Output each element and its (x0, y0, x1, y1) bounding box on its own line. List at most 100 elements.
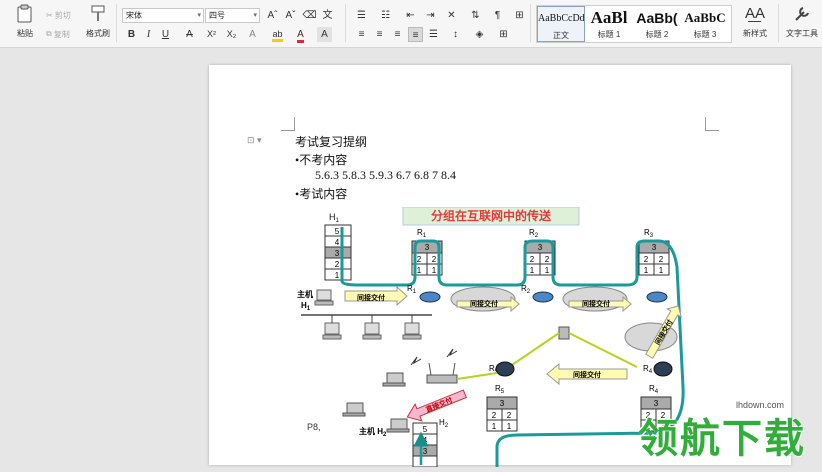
new-style-button[interactable]: A͟A 新样式 (737, 4, 773, 39)
network-cloud-icon: 间接交付 (450, 286, 520, 313)
style-preview: AaBbCcDd (538, 13, 585, 24)
underline-button[interactable]: U (158, 27, 173, 42)
router-r5-icon (495, 361, 515, 377)
style-preview: AaBbC (684, 10, 726, 25)
divider (116, 4, 117, 42)
font-color-button[interactable]: A (293, 27, 308, 43)
style-normal[interactable]: AaBbCcDd 正文 (537, 6, 585, 42)
font-size-value: 四号 (209, 11, 225, 20)
text-tools-button[interactable]: 文字工具 (784, 4, 820, 39)
r5-stack-label: R5 (495, 384, 505, 395)
h1-protocol-stack: 5 4 3 2 1 (324, 224, 352, 281)
new-style-icon: A͟A (745, 5, 766, 22)
computer-icon (314, 289, 334, 306)
sort-button[interactable]: ⇅ (468, 8, 483, 23)
shading-button[interactable]: ◈ (472, 27, 487, 42)
bold-button[interactable]: B (124, 27, 139, 42)
stack-layer: 2 (335, 260, 340, 269)
router-stack-r5: R5 3 2 2 1 1 (486, 384, 518, 432)
host-h2-label: 主机 H2 (359, 426, 387, 438)
font-family-select[interactable]: 宋体 ▾ (122, 8, 204, 23)
stack-layer: 1 (417, 266, 422, 275)
stack-layer: 4 (423, 436, 428, 445)
align-center-button[interactable]: ≡ (372, 27, 387, 42)
format-painter-label: 格式刷 (86, 29, 110, 38)
wireless-ap-icon (426, 362, 498, 384)
subscript-button[interactable]: X₂ (224, 27, 239, 42)
divider (530, 4, 531, 42)
style-heading-1[interactable]: AaBl 标题 1 (585, 6, 633, 42)
chevron-down-icon: ▾ (253, 12, 257, 19)
phonetic-icon: 文 (322, 10, 333, 21)
doc-bullet-line: •不考内容 (295, 153, 348, 167)
clear-format-button[interactable]: ⌫ (302, 8, 317, 23)
superscript-button[interactable]: X² (204, 27, 219, 42)
cut-button[interactable]: ✂ 剪切 (46, 8, 71, 22)
align-center-icon: ≡ (376, 29, 383, 40)
chinese-layout-button[interactable]: ✕ (444, 8, 459, 23)
align-left-button[interactable]: ≡ (354, 27, 369, 42)
stack-layer: 1 (335, 271, 340, 280)
stack-layer: 5 (335, 227, 340, 236)
format-painter-button[interactable]: 格式刷 (83, 4, 113, 39)
justify-button[interactable]: ≡ (408, 27, 423, 42)
router-r4-icon (653, 361, 673, 377)
grow-font-button[interactable]: Aˆ (265, 8, 280, 23)
styles-gallery: AaBbCcDd 正文 AaBl 标题 1 AaBb( 标题 2 AaBbC 标… (536, 5, 732, 43)
shrink-font-button[interactable]: Aˇ (283, 8, 298, 23)
highlight-button[interactable]: ab (270, 27, 285, 42)
style-preview: AaBb( (636, 10, 678, 26)
stack-layer: 4 (335, 238, 340, 247)
table-layout-button[interactable]: ⊞ (512, 8, 527, 23)
divider (778, 4, 779, 42)
direct-arrow: 直接交付 (406, 389, 467, 422)
stack-layer: 1 (659, 266, 664, 275)
increase-indent-button[interactable]: ⇥ (423, 8, 438, 23)
copy-button[interactable]: ⧉ 复制 (46, 27, 70, 41)
numbering-button[interactable]: ☷ (378, 8, 393, 23)
stack-layer: 3 (335, 249, 340, 258)
wrench-icon (795, 7, 809, 21)
router-stack-r3: R3 3 2 2 1 1 (638, 228, 670, 276)
align-right-button[interactable]: ≡ (390, 27, 405, 42)
doc-sections-line: 5.6.3 5.8.3 5.9.3 6.7 6.8 7 8.4 (315, 168, 456, 182)
scissors-icon: ✂ (46, 10, 53, 20)
strikethrough-button[interactable]: A (182, 27, 197, 42)
paste-label: 粘贴 (17, 29, 33, 38)
diagram-title: 分组在互联网中的传送 (431, 208, 552, 223)
italic-button[interactable]: I (141, 27, 156, 42)
font-size-select[interactable]: 四号 ▾ (205, 8, 260, 23)
laptop-icon (342, 402, 366, 417)
paste-button[interactable]: 粘贴 (10, 4, 40, 39)
indent-icon: ⇥ (426, 10, 435, 21)
lightning-icon (410, 348, 458, 366)
numbered-list-icon: ☷ (381, 10, 390, 21)
style-name: 标题 2 (645, 30, 669, 39)
host-h1-label: 主机 (297, 289, 313, 299)
figure-footnote: P8, (307, 422, 321, 432)
style-heading-3[interactable]: AaBbC 标题 3 (681, 6, 729, 42)
distributed-button[interactable]: ☰ (426, 27, 441, 42)
text-effects-button[interactable]: A (245, 27, 260, 42)
phonetic-button[interactable]: 文 (320, 8, 335, 23)
stack-layer: 3 (500, 399, 505, 408)
line-spacing-button[interactable]: ↕ (448, 27, 463, 42)
stack-layer: 3 (538, 243, 543, 252)
indirect-arrow-left: 间接交付 (546, 362, 628, 386)
bullets-button[interactable]: ☰ (354, 8, 369, 23)
outdent-icon: ⇤ (406, 10, 415, 21)
stack-layer: 2 (507, 411, 512, 420)
char-shading-button[interactable]: A (317, 27, 332, 42)
borders-button[interactable]: ⊞ (496, 27, 511, 42)
paragraph-handle-icon[interactable]: ⊡ ▾ (247, 135, 262, 146)
router-stack-r2: R2 3 2 2 1 1 (524, 228, 556, 276)
crop-mark (705, 117, 719, 131)
show-marks-button[interactable]: ¶ (490, 8, 505, 23)
switch-icon (508, 326, 638, 368)
stack-layer: 1 (644, 266, 649, 275)
style-heading-2[interactable]: AaBb( 标题 2 (633, 6, 681, 42)
decrease-indent-button[interactable]: ⇤ (403, 8, 418, 23)
stack-layer: 1 (492, 422, 497, 431)
indirect-label: 间接交付 (470, 299, 498, 308)
crop-mark (281, 117, 295, 131)
